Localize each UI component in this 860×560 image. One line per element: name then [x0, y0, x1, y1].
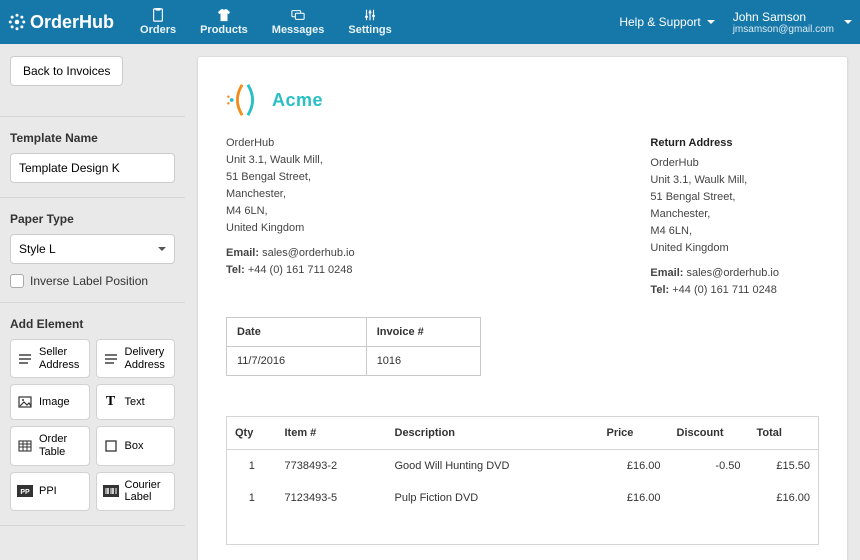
add-delivery-address-button[interactable]: Delivery Address	[96, 339, 176, 378]
return-address: Return Address OrderHub Unit 3.1, Waulk …	[650, 135, 779, 299]
clipboard-icon	[151, 8, 165, 22]
sidebar: Back to Invoices Template Name Paper Typ…	[0, 44, 185, 560]
line-items-table: Qty Item # Description Price Discount To…	[226, 416, 819, 545]
brand-text: OrderHub	[30, 12, 114, 33]
invoice-meta-table: DateInvoice # 11/7/20161016	[226, 317, 481, 376]
table-icon	[17, 438, 33, 454]
back-to-invoices-button[interactable]: Back to Invoices	[10, 56, 123, 86]
user-email: jmsamson@gmail.com	[733, 24, 834, 35]
nav-products[interactable]: Products	[188, 0, 260, 44]
hub-icon	[8, 13, 26, 31]
text-icon: T	[103, 394, 119, 410]
company-name: Acme	[272, 90, 323, 111]
box-icon	[103, 438, 119, 454]
user-name: John Samson	[733, 10, 834, 24]
table-row: 1 7738493-2 Good Will Hunting DVD £16.00…	[227, 450, 819, 483]
messages-icon	[291, 8, 305, 22]
add-order-table-button[interactable]: Order Table	[10, 426, 90, 465]
lines-icon	[17, 351, 33, 367]
add-box-button[interactable]: Box	[96, 426, 176, 465]
inverse-label-checkbox[interactable]: Inverse Label Position	[10, 274, 175, 288]
nav-orders[interactable]: Orders	[128, 0, 188, 44]
ppi-icon: PP	[17, 483, 33, 499]
nav-settings[interactable]: Settings	[336, 0, 403, 44]
table-row: 1 7123493-5 Pulp Fiction DVD £16.00 £16.…	[227, 482, 819, 545]
add-ppi-button[interactable]: PP PPI	[10, 472, 90, 511]
sliders-icon	[363, 8, 377, 22]
company-logo-block: Acme	[226, 81, 819, 119]
template-name-input[interactable]	[10, 153, 175, 183]
add-courier-label-button[interactable]: Courier Label	[96, 472, 176, 511]
app-brand: OrderHub	[8, 12, 114, 33]
checkbox-box	[10, 274, 24, 288]
invoice-preview-pane: Acme OrderHub Unit 3.1, Waulk Mill, 51 B…	[185, 44, 860, 560]
image-icon	[17, 394, 33, 410]
acme-logo-icon	[226, 81, 264, 119]
add-text-button[interactable]: T Text	[96, 384, 176, 420]
user-menu[interactable]: John Samson jmsamson@gmail.com	[733, 10, 852, 35]
paper-type-select[interactable]	[10, 234, 175, 264]
nav-messages[interactable]: Messages	[260, 0, 337, 44]
add-image-button[interactable]: Image	[10, 384, 90, 420]
svg-text:PP: PP	[20, 489, 30, 496]
invoice-sheet: Acme OrderHub Unit 3.1, Waulk Mill, 51 B…	[197, 56, 848, 560]
help-support-menu[interactable]: Help & Support	[619, 15, 714, 29]
tshirt-icon	[217, 8, 231, 22]
barcode-icon	[103, 483, 119, 499]
template-name-label: Template Name	[10, 131, 175, 145]
from-address: OrderHub Unit 3.1, Waulk Mill, 51 Bengal…	[226, 135, 355, 299]
add-seller-address-button[interactable]: Seller Address	[10, 339, 90, 378]
lines-icon	[103, 351, 119, 367]
add-element-label: Add Element	[10, 317, 175, 331]
chevron-down-icon	[844, 20, 852, 24]
paper-type-label: Paper Type	[10, 212, 175, 226]
chevron-down-icon	[707, 20, 715, 24]
